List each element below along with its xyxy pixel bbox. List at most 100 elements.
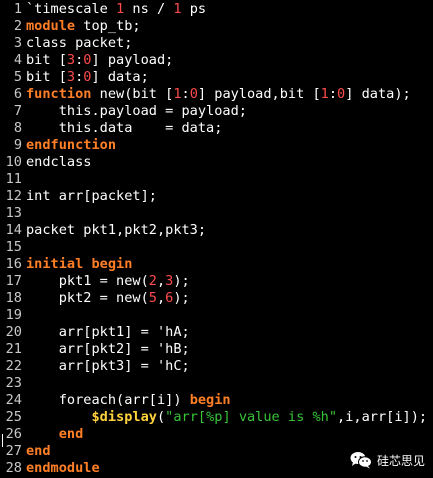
line-text: pkt2 = new(5,6); [26,290,190,307]
code-line[interactable]: 2 module top_tb; [0,18,433,35]
line-number: 15 [5,239,22,255]
wechat-icon [350,452,372,469]
line-text: endfunction [26,137,116,154]
line-number: 3 [13,35,22,51]
code-line[interactable]: 23 [0,375,433,392]
line-number: 12 [5,188,22,204]
code-line[interactable]: 1 `timescale 1 ns / 1 ps [0,1,433,18]
line-number: 1 [13,1,22,17]
code-token: ); [173,273,190,289]
code-token: , [156,273,166,289]
line-number: 23 [5,375,22,391]
code-token: arr[pkt3] = 'hC; [26,358,190,374]
line-number: 25 [5,409,22,425]
line-text: module top_tb; [26,18,141,35]
line-number: 16 [5,256,22,272]
code-token: pkt1 = new( [26,273,149,289]
code-token: 2 [148,273,157,289]
code-token: bit [ [26,52,67,68]
code-token: arr[pkt1] = 'hA; [26,324,190,340]
line-text: this.payload = payload; [26,103,247,120]
code-token: : [181,86,190,102]
line-number: 13 [5,205,22,221]
line-number: 21 [5,341,22,357]
line-text: function new(bit [1:0] payload,bit [1:0]… [26,86,411,103]
code-token: "arr[%p] value is %h" [165,409,338,425]
text-cursor [2,434,3,447]
code-token: ns / [124,1,174,17]
code-line[interactable]: 20 arr[pkt1] = 'hA; [0,324,433,341]
line-number: 20 [5,324,22,340]
line-text: arr[pkt2] = 'hB; [26,341,190,358]
code-line[interactable]: 14 packet pkt1,pkt2,pkt3; [0,222,433,239]
code-line[interactable]: 19 [0,307,433,324]
code-token: this.payload = payload; [26,103,247,119]
code-token: 3 [66,69,76,85]
line-text: packet pkt1,pkt2,pkt3; [26,222,206,239]
line-number: 9 [13,137,22,153]
code-token: : [328,86,338,102]
code-token: ); [173,290,190,306]
line-text: arr[pkt1] = 'hA; [26,324,190,341]
code-line[interactable]: 15 [0,239,433,256]
code-token: `timescale [26,1,117,17]
code-line[interactable]: 22 arr[pkt3] = 'hC; [0,358,433,375]
code-token: 5 [148,290,157,306]
code-line[interactable]: 21 arr[pkt2] = 'hB; [0,341,433,358]
code-token: this.data = data; [26,120,223,136]
code-line[interactable]: 3 class packet; [0,35,433,52]
line-number: 19 [5,307,22,323]
code-line[interactable]: 18 pkt2 = new(5,6); [0,290,433,307]
code-line[interactable]: 26 end [0,426,433,443]
code-line[interactable]: 11 [0,171,433,188]
line-text: `timescale 1 ns / 1 ps [26,1,206,18]
code-token: ] payload,bit [ [197,86,321,102]
line-text: initial begin [26,256,132,273]
line-number: 2 [13,18,22,34]
code-token: 0 [337,86,346,102]
code-line[interactable]: 13 [0,205,433,222]
code-line[interactable]: 12 int arr[packet]; [0,188,433,205]
line-number: 22 [5,358,22,374]
watermark: 硅芯思见 [350,451,425,469]
line-text: this.data = data; [26,120,223,137]
code-line[interactable]: 8 this.data = data; [0,120,433,137]
code-line[interactable]: 6 function new(bit [1:0] payload,bit [1:0… [0,86,433,103]
line-number: 18 [5,290,22,306]
code-line[interactable]: 24 foreach(arr[i]) begin [0,392,433,409]
code-editor[interactable]: 1 `timescale 1 ns / 1 ps 2 module top_tb; 3 c… [0,0,433,478]
code-token: endclass [26,154,92,170]
code-token: endfunction [26,137,117,153]
line-text: end [26,426,84,443]
code-token: top_tb; [75,18,141,34]
code-line[interactable]: 17 pkt1 = new(2,3); [0,273,433,290]
line-number: 4 [13,52,22,68]
line-number: 10 [5,154,22,170]
code-token: 1 [173,1,182,17]
code-token: 1 [173,86,182,102]
code-line[interactable]: 10 endclass [0,154,433,171]
line-number: 6 [13,86,22,102]
line-text: int arr[packet]; [26,188,157,205]
line-number: 27 [5,443,22,459]
line-number: 14 [5,222,22,238]
code-token: end [26,443,51,459]
line-text: bit [3:0] payload; [26,52,173,69]
code-line[interactable]: 4 bit [3:0] payload; [0,52,433,69]
code-token: bit [ [26,69,67,85]
code-token: , [156,290,166,306]
code-token: endmodule [26,460,100,476]
line-number: 17 [5,273,22,289]
code-token: foreach(arr[i]) [26,392,190,408]
code-token: begin [189,392,231,408]
code-line[interactable]: 5 bit [3:0] data; [0,69,433,86]
code-line[interactable]: 9 endfunction [0,137,433,154]
code-token: ps [181,1,207,17]
code-token: 3 [66,52,76,68]
code-line[interactable]: 16 initial begin [0,256,433,273]
code-line[interactable]: 7 this.payload = payload; [0,103,433,120]
line-text: endmodule [26,460,100,477]
code-line[interactable]: 25 $display("arr[%p] value is %h",i,arr[… [0,409,433,426]
code-token: ,i,arr[i]); [337,409,428,425]
